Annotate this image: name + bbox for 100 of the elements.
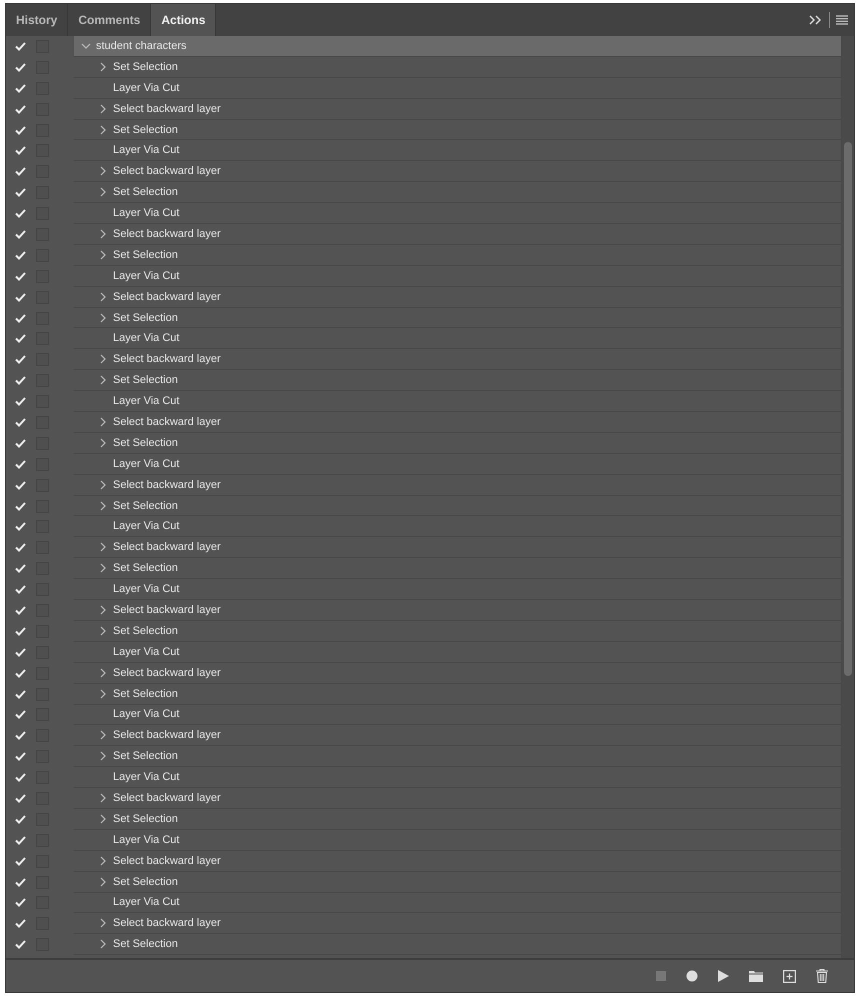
chevron-icon[interactable] bbox=[100, 250, 106, 260]
action-step-row[interactable]: Set Selection bbox=[74, 120, 841, 140]
chevron-icon[interactable] bbox=[100, 416, 106, 427]
checkmark-icon[interactable] bbox=[14, 292, 26, 302]
checkmark-icon[interactable] bbox=[14, 314, 26, 323]
action-step-row[interactable]: Select backward layer bbox=[74, 98, 841, 120]
action-step-row[interactable]: Layer Via Cut bbox=[74, 78, 841, 99]
chevron-icon[interactable] bbox=[100, 751, 106, 762]
action-step-row[interactable]: Select backward layer bbox=[74, 474, 841, 496]
checkmark-icon[interactable] bbox=[14, 460, 26, 469]
action-step-row[interactable]: Set Selection bbox=[74, 872, 841, 893]
checkmark-icon[interactable] bbox=[14, 167, 26, 176]
chevron-icon[interactable] bbox=[100, 604, 106, 615]
scrollbar[interactable] bbox=[841, 36, 854, 958]
checkmark-icon[interactable] bbox=[14, 752, 26, 762]
play-icon[interactable] bbox=[718, 970, 729, 982]
chevron-icon[interactable] bbox=[100, 438, 106, 448]
action-step-row[interactable]: Layer Via Cut bbox=[74, 642, 841, 663]
action-step-row[interactable]: Layer Via Cut bbox=[74, 516, 841, 538]
menu-icon[interactable] bbox=[836, 15, 848, 25]
action-step-row[interactable]: Select backward layer bbox=[74, 161, 841, 182]
checkmark-icon[interactable] bbox=[14, 126, 26, 134]
chevron-icon[interactable] bbox=[100, 312, 106, 323]
action-set-row[interactable]: student characters bbox=[74, 36, 841, 57]
chevron-icon[interactable] bbox=[100, 480, 106, 490]
action-step-row[interactable]: Select backward layer bbox=[74, 788, 841, 809]
chevron-icon[interactable] bbox=[100, 292, 106, 302]
action-step-row[interactable]: Select backward layer bbox=[74, 600, 841, 621]
checkmark-icon[interactable] bbox=[14, 878, 26, 887]
checkmark-icon[interactable] bbox=[14, 502, 26, 511]
chevron-icon[interactable] bbox=[100, 62, 106, 72]
checkmark-icon[interactable] bbox=[14, 773, 26, 782]
action-step-row[interactable]: Layer Via Cut bbox=[74, 328, 841, 350]
checkmark-icon[interactable] bbox=[14, 919, 26, 928]
checkmark-icon[interactable] bbox=[14, 836, 26, 845]
chevron-icon[interactable] bbox=[100, 228, 106, 239]
chevron-icon[interactable] bbox=[81, 42, 91, 49]
action-step-row[interactable]: Select backward layer bbox=[74, 662, 841, 684]
checkmark-icon[interactable] bbox=[14, 690, 26, 699]
checkmark-icon[interactable] bbox=[14, 626, 26, 636]
chevron-icon[interactable] bbox=[100, 563, 106, 574]
action-step-row[interactable]: Set Selection bbox=[74, 432, 841, 454]
chevron-icon[interactable] bbox=[100, 793, 106, 803]
checkmark-icon[interactable] bbox=[14, 334, 26, 344]
action-step-row[interactable]: Set Selection bbox=[74, 244, 841, 266]
chevron-icon[interactable] bbox=[100, 500, 106, 511]
checkmark-icon[interactable] bbox=[14, 188, 26, 198]
chevron-icon[interactable] bbox=[100, 876, 106, 887]
checkmark-icon[interactable] bbox=[14, 648, 26, 657]
chevron-icon[interactable] bbox=[100, 375, 106, 386]
checkmark-icon[interactable] bbox=[14, 731, 26, 740]
checkmark-icon[interactable] bbox=[14, 272, 26, 281]
checkmark-icon[interactable] bbox=[14, 146, 26, 156]
action-step-row[interactable]: Layer Via Cut bbox=[74, 892, 841, 914]
checkmark-icon[interactable] bbox=[14, 668, 26, 678]
action-step-row[interactable]: Select backward layer bbox=[74, 537, 841, 558]
checkmark-icon[interactable] bbox=[14, 710, 26, 720]
action-step-row[interactable]: Layer Via Cut bbox=[74, 830, 841, 851]
action-step-row[interactable]: Set Selection bbox=[74, 620, 841, 642]
expand-icon[interactable] bbox=[809, 15, 823, 25]
chevron-icon[interactable] bbox=[100, 354, 106, 364]
action-step-row[interactable]: Layer Via Cut bbox=[74, 140, 841, 162]
chevron-icon[interactable] bbox=[100, 668, 106, 678]
chevron-icon[interactable] bbox=[100, 626, 106, 636]
action-step-row[interactable]: Set Selection bbox=[74, 684, 841, 704]
action-step-row[interactable]: Set Selection bbox=[74, 496, 841, 516]
checkmark-icon[interactable] bbox=[14, 794, 26, 803]
chevron-icon[interactable] bbox=[100, 856, 106, 866]
chevron-icon[interactable] bbox=[100, 166, 106, 176]
checkmark-icon[interactable] bbox=[14, 397, 26, 406]
action-step-row[interactable]: Layer Via Cut bbox=[74, 391, 841, 412]
checkmark-icon[interactable] bbox=[14, 230, 26, 239]
checkmark-icon[interactable] bbox=[14, 564, 26, 574]
chevron-icon[interactable] bbox=[100, 814, 106, 824]
action-step-row[interactable]: Select backward layer bbox=[74, 913, 841, 934]
checkmark-icon[interactable] bbox=[14, 84, 26, 93]
checkmark-icon[interactable] bbox=[14, 522, 26, 532]
action-step-row[interactable]: Layer Via Cut bbox=[74, 454, 841, 475]
action-step-row[interactable]: Set Selection bbox=[74, 934, 841, 956]
checkmark-icon[interactable] bbox=[14, 856, 26, 866]
action-step-row[interactable]: Layer Via Cut bbox=[74, 579, 841, 600]
action-step-row[interactable]: Set Selection bbox=[74, 558, 841, 580]
action-step-row[interactable]: Layer Via Cut bbox=[74, 203, 841, 224]
checkmark-icon[interactable] bbox=[14, 898, 26, 908]
checkmark-icon[interactable] bbox=[14, 418, 26, 427]
checkmark-icon[interactable] bbox=[14, 104, 26, 114]
checkmark-icon[interactable] bbox=[14, 543, 26, 552]
checkmark-icon[interactable] bbox=[14, 585, 26, 594]
checkmark-icon[interactable] bbox=[14, 355, 26, 364]
action-step-row[interactable]: Layer Via Cut bbox=[74, 266, 841, 287]
action-step-row[interactable]: Set Selection bbox=[74, 308, 841, 328]
action-step-row[interactable]: Select backward layer bbox=[74, 224, 841, 245]
action-step-row[interactable]: Set Selection bbox=[74, 182, 841, 204]
record-icon[interactable] bbox=[686, 970, 698, 982]
action-step-row[interactable]: Set Selection bbox=[74, 808, 841, 830]
chevron-icon[interactable] bbox=[100, 688, 106, 699]
action-step-row[interactable]: Set Selection bbox=[74, 56, 841, 78]
action-step-row[interactable]: Select backward layer bbox=[74, 286, 841, 308]
folder-icon[interactable] bbox=[749, 970, 763, 982]
checkmark-icon[interactable] bbox=[14, 209, 26, 218]
